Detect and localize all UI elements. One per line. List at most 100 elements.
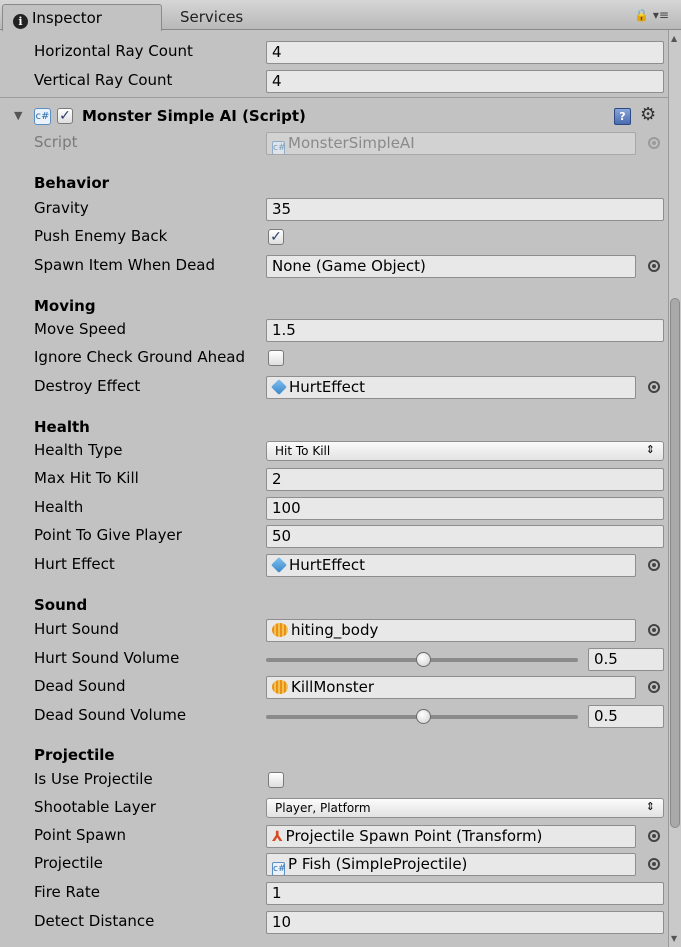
projectile-row: Projectile c# P Fish (SimpleProjectile) [0,850,668,879]
dead-volume-input[interactable]: 0.5 [588,705,664,728]
object-picker-icon [648,137,660,149]
field-label: Max Hit To Kill [34,469,139,487]
move-speed-input[interactable]: 1.5 [266,319,664,342]
point-spawn-field[interactable]: ⅄ Projectile Spawn Point (Transform) [266,825,636,848]
section-header-behavior: Behavior [34,174,110,192]
field-label: Ignore Check Ground Ahead [34,348,246,366]
detect-distance-input[interactable]: 10 [266,911,664,934]
script-icon: c# [34,108,51,125]
field-label: Spawn Item When Dead [34,256,216,274]
hurt-sound-field[interactable]: hiting_body [266,619,636,642]
destroy-effect-row: Destroy Effect HurtEffect [0,373,668,402]
lock-icon[interactable]: 🔒 ▾≡ [634,8,669,22]
max-hit-to-kill-input[interactable]: 2 [266,468,664,491]
gravity-input[interactable]: 35 [266,198,664,221]
field-label: Health [34,498,84,516]
vertical-ray-count-row: Vertical Ray Count 4 [0,67,668,96]
field-label: Detect Distance [34,912,155,930]
tab-services[interactable]: Services [170,4,253,31]
script-row: Script c# MonsterSimpleAI [0,129,668,158]
field-label: Point Spawn [34,826,127,844]
hurt-volume-slider-thumb[interactable] [416,652,431,667]
gravity-row: Gravity 35 [0,195,668,224]
field-label: Projectile [34,854,103,872]
scroll-up-arrow-icon[interactable]: ▲ [671,34,677,43]
fire-rate-input[interactable]: 1 [266,882,664,905]
field-label: Script [34,133,78,151]
section-header-projectile: Projectile [34,746,115,764]
object-picker-icon[interactable] [648,830,660,842]
field-label: Dead Sound Volume [34,706,187,724]
field-label: Is Use Projectile [34,770,153,788]
destroy-effect-value: HurtEffect [289,378,366,396]
field-label: Point To Give Player [34,526,182,544]
spawn-item-field[interactable]: None (Game Object) [266,255,636,278]
tab-inspector-label: Inspector [32,9,102,27]
horizontal-ray-count-input[interactable]: 4 [266,41,664,64]
field-label: Dead Sound [34,677,126,695]
component-enabled-checkbox[interactable]: ✓ [57,108,73,124]
hurt-volume-input[interactable]: 0.5 [588,648,664,671]
field-label: Fire Rate [34,883,100,901]
hurt-sound-value: hiting_body [291,621,379,639]
health-input[interactable]: 100 [266,497,664,520]
hurt-sound-row: Hurt Sound hiting_body [0,616,668,645]
point-to-give-player-row: Point To Give Player 50 [0,522,668,551]
ignore-check-ground-row: Ignore Check Ground Ahead [0,344,668,373]
gear-icon[interactable]: ⚙ [640,104,656,125]
vertical-scrollbar[interactable]: ▲ ▼ [668,30,681,947]
point-spawn-row: Point Spawn ⅄ Projectile Spawn Point (Tra… [0,822,668,851]
dropdown-arrow-icon: ⇕ [645,800,655,813]
object-picker-icon[interactable] [648,260,660,272]
field-label: Push Enemy Back [34,227,168,245]
field-label: Health Type [34,441,123,459]
fire-rate-row: Fire Rate 1 [0,879,668,908]
projectile-value: P Fish (SimpleProjectile) [288,855,468,873]
detect-distance-row: Detect Distance 10 [0,908,668,937]
destroy-effect-field[interactable]: HurtEffect [266,376,636,399]
field-label: Destroy Effect [34,377,141,395]
push-enemy-back-checkbox[interactable]: ✓ [268,229,284,245]
dead-sound-row: Dead Sound KillMonster [0,673,668,702]
scroll-down-arrow-icon[interactable]: ▼ [671,934,677,943]
object-picker-icon[interactable] [648,858,660,870]
hurt-sound-volume-row: Hurt Sound Volume 0.5 [0,645,668,674]
point-to-give-player-input[interactable]: 50 [266,525,664,548]
horizontal-ray-count-row: Horizontal Ray Count 4 [0,38,668,67]
health-type-dropdown[interactable]: Hit To Kill ⇕ [266,441,664,461]
vertical-ray-count-input[interactable]: 4 [266,70,664,93]
field-label: Hurt Sound Volume [34,649,180,667]
object-picker-icon[interactable] [648,559,660,571]
dead-sound-value: KillMonster [291,678,375,696]
hurt-effect-row: Hurt Effect HurtEffect [0,551,668,580]
section-header-moving: Moving [34,297,96,315]
object-picker-icon[interactable] [648,381,660,393]
shootable-layer-row: Shootable Layer Player, Platform ⇕ [0,794,668,823]
help-icon[interactable]: ? [614,108,631,125]
shootable-layer-dropdown[interactable]: Player, Platform ⇕ [266,798,664,818]
field-label: Gravity [34,199,89,217]
foldout-arrow-icon[interactable]: ▼ [14,109,22,122]
projectile-field[interactable]: c# P Fish (SimpleProjectile) [266,853,636,876]
object-picker-icon[interactable] [648,681,660,693]
is-use-projectile-checkbox[interactable] [268,772,284,788]
shootable-layer-value: Player, Platform [275,801,371,815]
push-enemy-back-row: Push Enemy Back ✓ [0,223,668,252]
is-use-projectile-row: Is Use Projectile [0,766,668,795]
inspector-tab-bar: i Inspector Services 🔒 ▾≡ [0,0,681,31]
info-icon: i [13,14,28,29]
health-type-row: Health Type Hit To Kill ⇕ [0,437,668,466]
prefab-icon [271,379,287,395]
hurt-effect-field[interactable]: HurtEffect [266,554,636,577]
object-picker-icon[interactable] [648,624,660,636]
prefab-icon [271,557,287,573]
dead-sound-field[interactable]: KillMonster [266,676,636,699]
script-value: MonsterSimpleAI [288,134,415,152]
ignore-check-ground-checkbox[interactable] [268,350,284,366]
tab-inspector[interactable]: i Inspector [2,4,162,31]
field-label: Horizontal Ray Count [34,42,193,60]
hurt-effect-value: HurtEffect [289,556,366,574]
dead-volume-slider-thumb[interactable] [416,709,431,724]
scroll-thumb[interactable] [670,298,680,828]
transform-icon: ⅄ [272,829,283,845]
